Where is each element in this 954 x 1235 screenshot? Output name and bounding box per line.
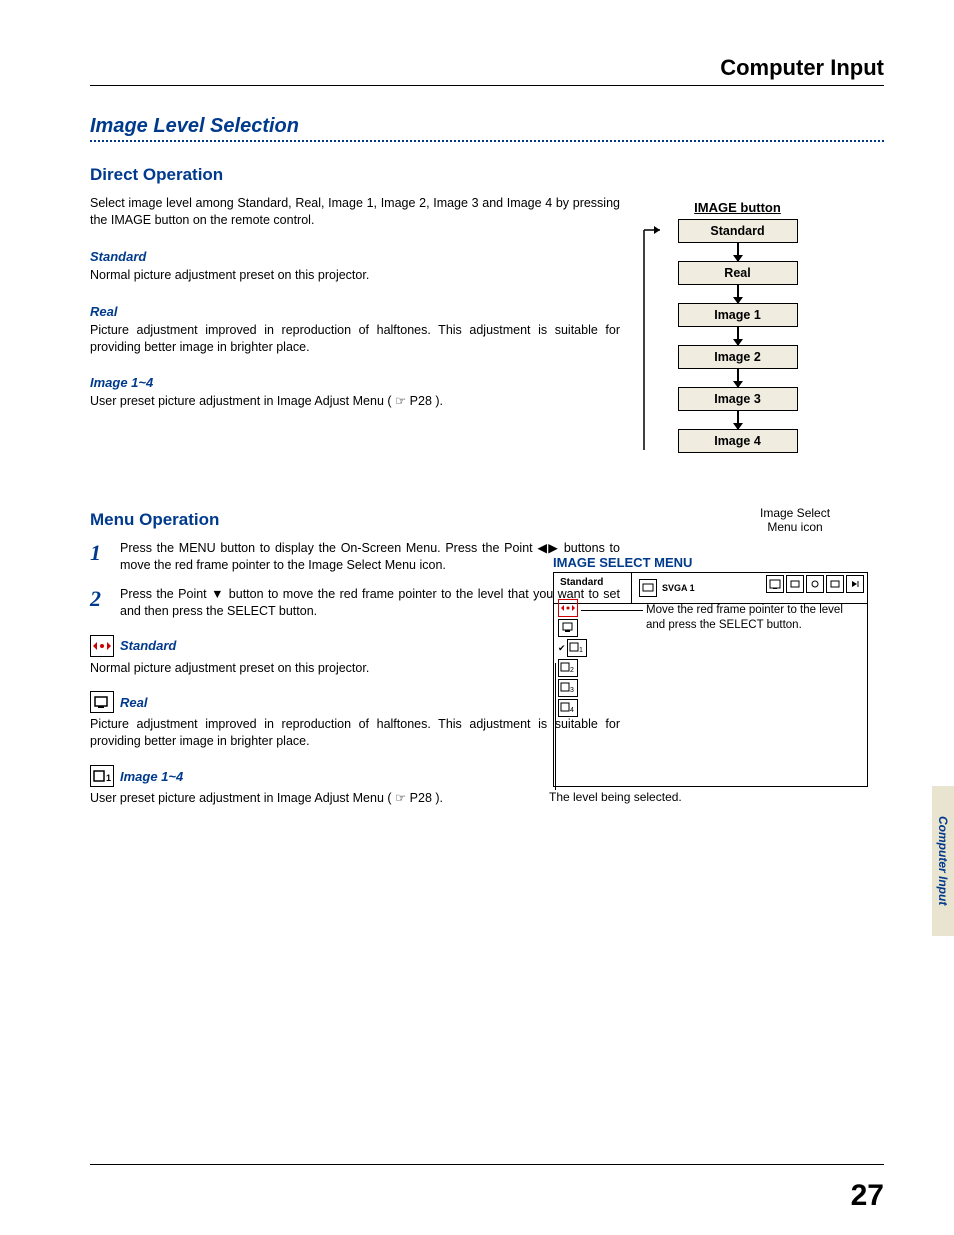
real-body-2: Picture adjustment improved in reproduct… <box>90 716 620 750</box>
side-tab: Computer Input <box>932 786 954 936</box>
side-icon-standard <box>558 599 578 617</box>
standard-body: Normal picture adjustment preset on this… <box>90 267 620 284</box>
svg-text:4: 4 <box>570 707 574 714</box>
image14-subhead: Image 1~4 <box>90 375 620 390</box>
side-tab-label: Computer Input <box>936 816 950 905</box>
menu-operation-section: Menu Operation 1 Press the MENU button t… <box>90 510 620 807</box>
flow-box-real: Real <box>678 261 798 285</box>
standard-icon-subhead: Standard <box>90 635 620 657</box>
image-select-menu-panel: Standard SVGA 1 ✔ 1 2 3 4 Move the red fr… <box>553 572 868 787</box>
image14-body-2: User preset picture adjustment in Image … <box>90 790 620 807</box>
flow-box-image2: Image 2 <box>678 345 798 369</box>
pc-icon <box>639 579 657 597</box>
menu-icon-3 <box>806 575 824 593</box>
svg-text:3: 3 <box>570 687 574 694</box>
ism-right-icons <box>765 573 867 603</box>
step-2-text: Press the Point ▼ button to move the red… <box>120 586 620 620</box>
standard-subhead: Standard <box>90 249 620 264</box>
flow-arrow <box>737 411 739 429</box>
menu-icon-2 <box>786 575 804 593</box>
image14-icon-label: Image 1~4 <box>120 769 183 784</box>
flow-box-image1: Image 1 <box>678 303 798 327</box>
side-icon-image3: 3 <box>558 679 578 697</box>
ism-side-icons: ✔ 1 2 3 4 <box>558 599 587 719</box>
flow-title: IMAGE button <box>660 200 815 215</box>
flow-arrow <box>737 285 739 303</box>
ism-resolution-label: SVGA 1 <box>662 583 695 593</box>
image14-icon: 1 <box>90 765 114 787</box>
ism-note-leader <box>581 610 643 611</box>
svg-text:2: 2 <box>570 667 574 674</box>
standard-body-2: Normal picture adjustment preset on this… <box>90 660 620 677</box>
flow-arrow <box>737 327 739 345</box>
image14-body: User preset picture adjustment in Image … <box>90 393 620 410</box>
standard-icon-label: Standard <box>120 638 176 653</box>
image-select-menu-icon-label: Image Select Menu icon <box>760 506 830 535</box>
side-icon-image2: 2 <box>558 659 578 677</box>
step-2: 2 Press the Point ▼ button to move the r… <box>90 586 620 620</box>
real-body: Picture adjustment improved in reproduct… <box>90 322 620 356</box>
menu-icon-4 <box>826 575 844 593</box>
side-icon-image4: 4 <box>558 699 578 717</box>
ism-note: Move the red frame pointer to the level … <box>646 603 856 633</box>
standard-icon <box>90 635 114 657</box>
menu-operation-heading: Menu Operation <box>90 510 620 530</box>
check-icon: ✔ <box>558 643 566 654</box>
image14-icon-subhead: 1 Image 1~4 <box>90 765 620 787</box>
image-select-menu-title: IMAGE SELECT MENU <box>553 555 692 570</box>
real-icon-subhead: Real <box>90 691 620 713</box>
ism-top-bar: Standard SVGA 1 <box>554 573 867 604</box>
real-icon <box>90 691 114 713</box>
flow-box-standard: Standard <box>678 219 798 243</box>
step-1-text: Press the MENU button to display the On-… <box>120 540 620 574</box>
menu-icon-5 <box>846 575 864 593</box>
direct-operation-heading: Direct Operation <box>90 165 620 185</box>
flow-box-image4: Image 4 <box>678 429 798 453</box>
ism-bottom-note: The level being selected. <box>549 790 682 804</box>
real-icon-label: Real <box>120 695 147 710</box>
step-number-1: 1 <box>90 540 120 574</box>
step-number-2: 2 <box>90 586 120 620</box>
image-button-flow: IMAGE button Standard Real Image 1 Image… <box>660 200 815 453</box>
header-rule <box>90 85 884 86</box>
real-subhead: Real <box>90 304 620 319</box>
dotted-rule <box>90 140 884 142</box>
svg-text:1: 1 <box>106 773 111 783</box>
flow-arrow <box>737 369 739 387</box>
section-title: Image Level Selection <box>90 115 299 138</box>
side-icon-real <box>558 619 578 637</box>
step-1: 1 Press the MENU button to display the O… <box>90 540 620 574</box>
direct-operation-section: Direct Operation Select image level amon… <box>90 165 620 410</box>
header-title: Computer Input <box>720 55 884 81</box>
footer-rule <box>90 1164 884 1165</box>
page-number: 27 <box>851 1179 884 1213</box>
ism-leader-line <box>555 663 556 790</box>
flow-arrow <box>737 243 739 261</box>
svg-text:1: 1 <box>579 647 583 654</box>
side-icon-image1: 1 <box>567 639 587 657</box>
flow-box-image3: Image 3 <box>678 387 798 411</box>
menu-icon-1 <box>766 575 784 593</box>
ism-mid: SVGA 1 <box>632 573 701 603</box>
direct-operation-intro: Select image level among Standard, Real,… <box>90 195 620 229</box>
